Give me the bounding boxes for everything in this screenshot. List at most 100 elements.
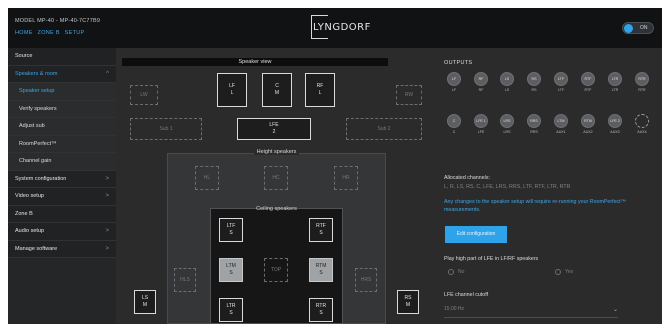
radio-no-label: No (458, 269, 465, 275)
output-channel[interactable]: LTR LTR (608, 72, 622, 92)
sidebar-item-system-configuration[interactable]: System configuration > (8, 170, 116, 188)
speaker-hls[interactable]: HLS (174, 268, 196, 292)
sidebar-item-label: Adjust sub (19, 123, 45, 130)
speaker-label: LS (141, 295, 149, 301)
output-channel[interactable]: AUX4 (635, 114, 649, 134)
output-circle: RTR (635, 72, 649, 86)
output-circle: LTF (554, 72, 568, 86)
chevron-down-icon: ⌄ (612, 307, 618, 313)
output-channel[interactable]: RS RS (527, 72, 541, 92)
speaker-size: S (319, 310, 323, 316)
sidebar-item-label: Channel gain (19, 158, 52, 165)
sidebar-item-verify-speakers[interactable]: Verify speakers (8, 100, 116, 118)
power-toggle[interactable]: ON (622, 22, 654, 34)
output-circle: LTR (608, 72, 622, 86)
output-channel[interactable]: LRS LRS (500, 114, 514, 134)
output-label: AUX2 (583, 130, 593, 134)
output-channel[interactable]: RRS RRS (527, 114, 541, 134)
height-speakers-text: Height speakers (253, 149, 300, 155)
lfe-cutoff-select[interactable]: 15.00 Hz ⌄ (444, 304, 618, 318)
chevron-right-icon: > (105, 175, 109, 182)
speaker-top[interactable]: TOP (264, 258, 288, 282)
sidebar-item-adjust-sub[interactable]: Adjust sub (8, 118, 116, 136)
sidebar: Source Speakers & room ^ Speaker setup Ve… (8, 48, 116, 324)
chevron-right-icon: > (105, 193, 109, 200)
speaker-size: L (318, 90, 322, 96)
sidebar-item-manage-software[interactable]: Manage software > (8, 240, 116, 258)
output-label: LS (504, 88, 510, 92)
speaker-size: S (319, 230, 323, 236)
speaker-rs[interactable]: RS M (397, 290, 419, 314)
output-channel[interactable]: RTF RTF (581, 72, 595, 92)
radio-no[interactable]: No (448, 269, 464, 275)
speaker-sub2[interactable]: Sub 2 (346, 118, 422, 140)
output-channel[interactable]: LTF LTF (554, 72, 568, 92)
breadcrumb-home[interactable]: HOME (15, 30, 33, 36)
toggle-knob (624, 24, 633, 33)
speaker-lw[interactable]: LW (130, 85, 158, 105)
output-channel[interactable]: LFE 1 LFE (474, 114, 488, 134)
lfe-cutoff-value: 15.00 Hz (444, 306, 465, 312)
speaker-size: M (142, 302, 148, 308)
speaker-size: L (230, 90, 234, 96)
output-channel[interactable]: CC (447, 114, 461, 134)
allocated-channels-list: L, R, LS, RS, C, LFE, LRS, RRS, LTF, RTF… (444, 184, 571, 190)
output-channel[interactable]: LTM AUX1 (554, 114, 568, 134)
output-circle: LRS (500, 114, 514, 128)
speaker-label: RF (316, 83, 324, 89)
output-label: C (452, 130, 456, 134)
roomperfect-warning: Any changes to the speaker setup will re… (444, 199, 626, 213)
sidebar-item-zone-b[interactable]: Zone B (8, 205, 116, 223)
speaker-label: LW (140, 91, 148, 98)
speaker-ltf[interactable]: LTF S (219, 218, 243, 242)
sidebar-item-audio-setup[interactable]: Audio setup > (8, 223, 116, 241)
speaker-hrs[interactable]: HRS (355, 268, 377, 292)
speaker-label: HLS (180, 276, 190, 283)
speaker-ltr[interactable]: LTR S (219, 298, 243, 322)
speaker-label: RS (404, 295, 412, 301)
speaker-label: LTM (226, 263, 236, 269)
speaker-hl[interactable]: HL (195, 166, 219, 190)
sidebar-item-speakers-room[interactable]: Speakers & room ^ (8, 65, 116, 83)
speaker-hc[interactable]: HC (264, 166, 288, 190)
sidebar-item-label: Video setup (15, 193, 44, 200)
sidebar-item-source[interactable]: Source (8, 48, 116, 66)
breadcrumb-zone-b[interactable]: ZONE B (38, 30, 60, 36)
speaker-rw[interactable]: RW (396, 85, 422, 105)
speaker-ltm[interactable]: LTM S (219, 258, 243, 282)
output-channel[interactable]: LS LS (500, 72, 514, 92)
speaker-size: M (405, 302, 411, 308)
output-channel[interactable]: LFE 2 AUX3 (608, 114, 622, 134)
edit-configuration-button[interactable]: Edit configuration (445, 226, 507, 243)
output-channel[interactable]: RTR RTR (635, 72, 649, 92)
speaker-rf[interactable]: RF L (305, 73, 335, 107)
speaker-ls[interactable]: LS M (134, 290, 156, 314)
speaker-c[interactable]: CM (262, 73, 292, 107)
speaker-rtr[interactable]: RTR S (309, 298, 333, 322)
speaker-label: LFE (269, 122, 279, 128)
speaker-label: Sub 2 (377, 125, 391, 132)
output-channel[interactable]: RTM AUX2 (581, 114, 595, 134)
output-label: LF (451, 88, 457, 92)
chevron-right-icon: > (105, 228, 109, 235)
output-channel[interactable]: RF RF (474, 72, 488, 92)
output-circle: LFE 1 (474, 114, 488, 128)
sidebar-item-channel-gain[interactable]: Channel gain (8, 153, 116, 171)
speaker-sub1[interactable]: Sub 1 (130, 118, 202, 140)
sidebar-item-speaker-setup[interactable]: Speaker setup (8, 83, 116, 101)
output-label: AUX3 (610, 130, 620, 134)
sidebar-item-roomperfect[interactable]: RoomPerfect™ (8, 135, 116, 153)
speaker-hr[interactable]: HR (334, 166, 358, 190)
output-label: RTF (584, 88, 592, 92)
sidebar-item-video-setup[interactable]: Video setup > (8, 188, 116, 206)
speaker-size: S (319, 270, 323, 276)
speaker-rtm[interactable]: RTM S (309, 258, 333, 282)
speaker-lf[interactable]: LF L (217, 73, 247, 107)
output-circle: RS (527, 72, 541, 86)
speaker-rtf[interactable]: RTF S (309, 218, 333, 242)
breadcrumb-setup[interactable]: SETUP (65, 30, 85, 36)
radio-yes[interactable]: Yes (555, 269, 573, 275)
speaker-view-title: Speaker view (122, 58, 388, 66)
speaker-lfe[interactable]: LFE 2 (237, 118, 311, 140)
output-channel[interactable]: LF LF (447, 72, 461, 92)
